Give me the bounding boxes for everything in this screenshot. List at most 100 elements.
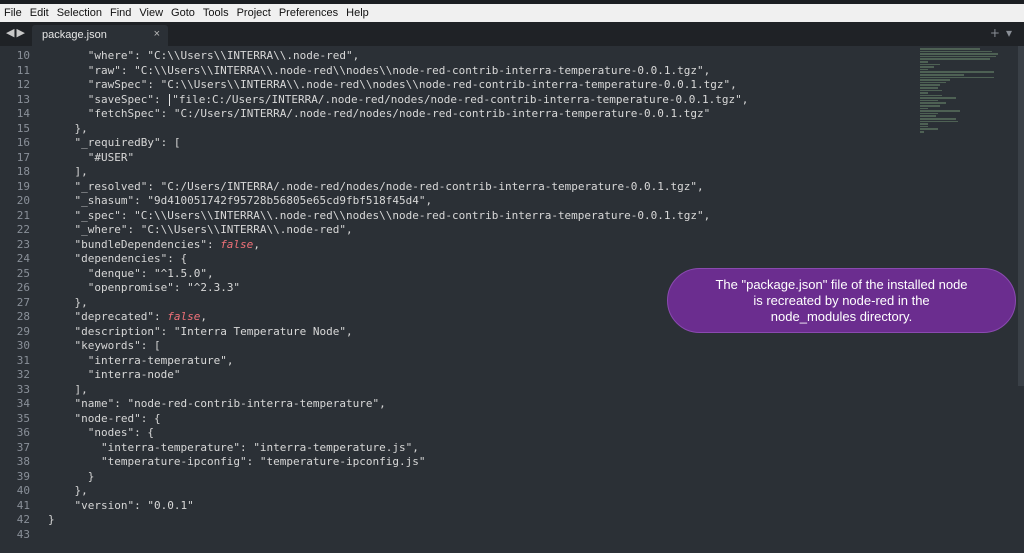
code-token: , — [346, 223, 353, 236]
minimap-line — [920, 79, 950, 81]
line-number: 41 — [16, 498, 30, 512]
minimap-line — [920, 115, 936, 118]
code-token: }, — [48, 121, 88, 135]
code-token: "raw": — [48, 63, 135, 77]
menu-item-view[interactable]: View — [135, 4, 167, 22]
code-token: , — [379, 397, 386, 410]
code-area[interactable]: "where": "C:\\Users\\INTERRA\\.node-red"… — [48, 49, 748, 542]
code-token: "where": — [48, 49, 148, 62]
code-line: "_shasum": "9d410051742f95728b56805e65cd… — [48, 194, 748, 209]
line-number: 10 — [16, 49, 30, 62]
tab-menu-icon[interactable]: ▾ — [1006, 26, 1018, 40]
line-number: 23 — [16, 237, 30, 251]
code-line: "temperature-ipconfig": "temperature-ipc… — [48, 455, 748, 470]
string-token: "C:\\Users\\INTERRA\\.node-red\\nodes\\n… — [160, 78, 731, 91]
minimap-line — [920, 53, 998, 55]
forward-arrow-icon[interactable]: ▶ — [16, 26, 26, 39]
code-token: } — [48, 513, 55, 526]
annotation-callout: The "package.json" file of the installed… — [667, 268, 1016, 333]
line-number: 31 — [16, 353, 30, 367]
minimap-line — [920, 99, 938, 102]
minimap-line — [920, 131, 924, 133]
menu-item-tools[interactable]: Tools — [199, 4, 233, 22]
minimap-line — [920, 120, 958, 123]
menu-item-help[interactable]: Help — [342, 4, 373, 22]
menu-item-project[interactable]: Project — [233, 4, 275, 22]
code-token: "denque": — [48, 266, 154, 280]
string-token: "C:/Users/INTERRA/.node-red/nodes/node-r… — [160, 179, 698, 193]
code-line: "bundleDependencies": false, — [48, 238, 748, 253]
close-icon[interactable]: × — [154, 28, 160, 40]
code-line: "nodes": { — [48, 426, 748, 441]
code-token: , — [352, 49, 360, 62]
code-token: "name": — [48, 397, 128, 410]
code-token: "openpromise": — [48, 281, 188, 294]
minimap-line — [920, 60, 928, 63]
code-token: "_resolved": — [48, 179, 161, 193]
menu-item-preferences[interactable]: Preferences — [275, 4, 342, 22]
line-number: 28 — [16, 310, 30, 323]
minimap-line — [920, 110, 960, 112]
code-token: "temperature-ipconfig": — [48, 455, 260, 468]
string-token: "^2.3.3" — [187, 281, 241, 294]
code-token: , — [226, 353, 234, 367]
code-token: "description": — [48, 324, 174, 338]
menu-bar: File Edit Selection Find View Goto Tools Projec… — [0, 4, 1024, 22]
code-line: "openpromise": "^2.3.3" — [48, 281, 748, 296]
line-number: 20 — [16, 194, 30, 207]
code-token: , — [346, 324, 353, 338]
code-line: "name": "node-red-contrib-interra-temper… — [48, 397, 748, 412]
menu-item-edit[interactable]: Edit — [26, 4, 53, 22]
line-number: 18 — [16, 165, 30, 178]
code-token: "rawSpec": — [48, 78, 161, 91]
code-token: "deprecated": — [48, 310, 168, 323]
code-token: "saveSpec": — [48, 92, 168, 106]
minimap-line — [920, 89, 942, 92]
minimap-line — [920, 73, 964, 76]
menu-item-file[interactable]: File — [0, 4, 26, 22]
code-line: "saveSpec": "file:C:/Users/INTERRA/.node… — [48, 93, 748, 108]
code-token: , — [730, 78, 737, 91]
line-number: 12 — [16, 78, 30, 91]
code-line: "version": "0.0.1" — [48, 499, 748, 514]
code-token: "_requiredBy": [ — [48, 136, 181, 149]
minimap-line — [920, 97, 956, 99]
minimap-line — [920, 58, 990, 60]
line-number: 33 — [16, 382, 30, 396]
code-line: "deprecated": false, — [48, 310, 748, 325]
line-number: 30 — [16, 339, 30, 352]
string-token: "Interra Temperature Node" — [173, 324, 347, 338]
minimap-line — [920, 105, 940, 107]
line-number: 24 — [16, 252, 30, 265]
minimap-line — [920, 55, 996, 58]
minimap[interactable] — [920, 48, 1000, 133]
back-arrow-icon[interactable]: ◀ — [6, 26, 16, 39]
string-token: "C:\\Users\\INTERRA\\.node-red" — [147, 49, 353, 62]
menu-item-selection[interactable]: Selection — [53, 4, 106, 22]
string-token: "^1.5.0" — [153, 266, 207, 280]
code-token: , — [703, 208, 711, 222]
line-number: 40 — [16, 484, 30, 497]
code-token: "version": — [48, 498, 148, 512]
tab-nav: ◀▶ — [6, 26, 27, 39]
code-token: , — [425, 194, 433, 207]
minimap-line — [920, 125, 928, 128]
code-line: "_requiredBy": [ — [48, 136, 748, 151]
minimap-line — [920, 66, 934, 68]
new-tab-icon[interactable]: + — [990, 26, 1006, 40]
tab-package-json[interactable]: package.json × — [32, 25, 168, 46]
menu-item-find[interactable]: Find — [106, 4, 135, 22]
vertical-scrollbar[interactable] — [1018, 46, 1024, 386]
line-number: 17 — [16, 150, 30, 164]
code-token: "_where": — [48, 223, 141, 236]
code-token: , — [703, 63, 711, 77]
tab-label: package.json — [42, 29, 107, 41]
line-number: 13 — [16, 92, 30, 106]
code-line: "denque": "^1.5.0", — [48, 267, 748, 282]
code-line: "interra-temperature": "interra-temperat… — [48, 441, 748, 456]
line-number: 22 — [16, 223, 30, 236]
menu-item-goto[interactable]: Goto — [167, 4, 199, 22]
code-token: "node-red": { — [48, 411, 161, 425]
